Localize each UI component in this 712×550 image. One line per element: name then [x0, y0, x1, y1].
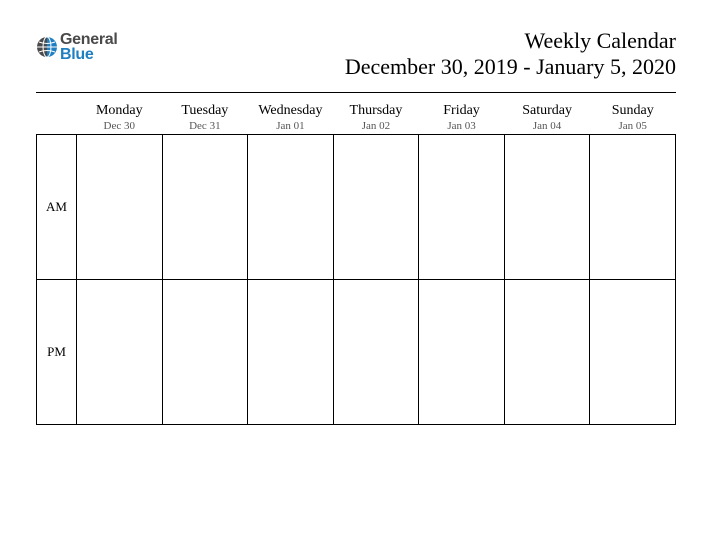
day-date: Jan 05: [590, 120, 676, 132]
pm-row: PM: [37, 280, 676, 425]
day-date: Jan 03: [419, 120, 505, 132]
cell-am-tue: [162, 135, 248, 280]
header-spacer: [37, 99, 77, 135]
day-header: Sunday Jan 05: [590, 99, 676, 135]
globe-icon: [36, 36, 58, 58]
cell-am-sat: [504, 135, 590, 280]
day-date: Jan 04: [504, 120, 590, 132]
header-rule: [36, 92, 676, 93]
day-header: Friday Jan 03: [419, 99, 505, 135]
cell-am-sun: [590, 135, 676, 280]
header-titles: Weekly Calendar December 30, 2019 - Janu…: [345, 28, 676, 80]
brand-logo: General Blue: [36, 32, 118, 62]
cell-am-thu: [333, 135, 419, 280]
cell-am-mon: [77, 135, 163, 280]
cell-pm-sun: [590, 280, 676, 425]
header-row: General Blue Weekly Calendar December 30…: [36, 28, 676, 80]
cell-pm-wed: [248, 280, 334, 425]
weekly-calendar-table: Monday Dec 30 Tuesday Dec 31 Wednesday J…: [36, 99, 676, 425]
day-of-week: Thursday: [333, 103, 419, 119]
day-of-week: Wednesday: [248, 103, 334, 119]
cell-pm-tue: [162, 280, 248, 425]
day-header-row: Monday Dec 30 Tuesday Dec 31 Wednesday J…: [37, 99, 676, 135]
day-of-week: Monday: [77, 103, 163, 119]
day-header: Saturday Jan 04: [504, 99, 590, 135]
row-label-pm: PM: [37, 280, 77, 425]
day-of-week: Saturday: [504, 103, 590, 119]
page: General Blue Weekly Calendar December 30…: [0, 0, 712, 550]
day-date: Dec 31: [162, 120, 248, 132]
cell-pm-fri: [419, 280, 505, 425]
day-header: Wednesday Jan 01: [248, 99, 334, 135]
cell-pm-mon: [77, 280, 163, 425]
day-date: Dec 30: [77, 120, 163, 132]
day-of-week: Sunday: [590, 103, 676, 119]
day-date: Jan 01: [248, 120, 334, 132]
day-header: Tuesday Dec 31: [162, 99, 248, 135]
day-of-week: Friday: [419, 103, 505, 119]
day-date: Jan 02: [333, 120, 419, 132]
calendar-container: Monday Dec 30 Tuesday Dec 31 Wednesday J…: [36, 99, 676, 425]
day-header: Thursday Jan 02: [333, 99, 419, 135]
page-title: Weekly Calendar: [345, 28, 676, 54]
row-label-am: AM: [37, 135, 77, 280]
brand-word-2: Blue: [60, 46, 93, 63]
brand-name: General Blue: [60, 32, 118, 62]
cell-pm-thu: [333, 280, 419, 425]
day-header: Monday Dec 30: [77, 99, 163, 135]
am-row: AM: [37, 135, 676, 280]
cell-am-fri: [419, 135, 505, 280]
cell-pm-sat: [504, 280, 590, 425]
date-range: December 30, 2019 - January 5, 2020: [345, 54, 676, 80]
cell-am-wed: [248, 135, 334, 280]
day-of-week: Tuesday: [162, 103, 248, 119]
